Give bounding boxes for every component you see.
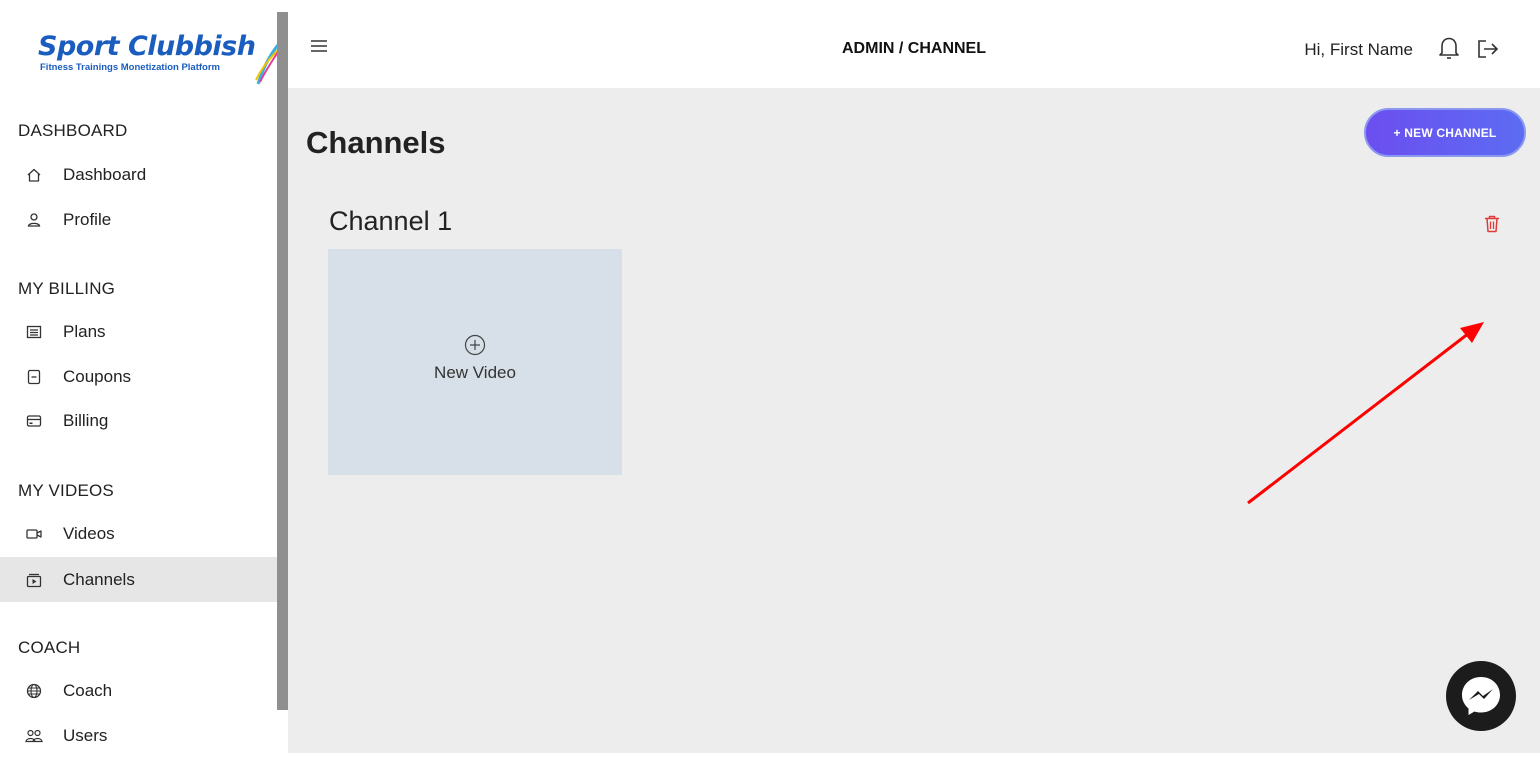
sidebar-item-label: Coupons bbox=[63, 367, 132, 386]
sidebar-item-coupons[interactable]: Coupons bbox=[0, 355, 277, 399]
sidebar: Sport Clubbish Fitness Trainings Monetiz… bbox=[0, 0, 284, 768]
home-icon bbox=[25, 166, 43, 184]
globe-icon bbox=[25, 682, 43, 700]
new-video-label: New Video bbox=[434, 362, 516, 382]
sidebar-item-label: Billing bbox=[63, 411, 109, 430]
logo[interactable]: Sport Clubbish Fitness Trainings Monetiz… bbox=[38, 30, 288, 92]
sidebar-item-dashboard[interactable]: Dashboard bbox=[0, 153, 277, 197]
sidebar-item-plans[interactable]: Plans bbox=[0, 310, 277, 354]
coupon-icon bbox=[25, 368, 43, 386]
logout-icon[interactable] bbox=[1476, 38, 1500, 65]
channel-icon bbox=[25, 571, 43, 589]
sidebar-item-users[interactable]: Users bbox=[0, 714, 277, 758]
logo-title: Sport Clubbish bbox=[38, 31, 256, 62]
section-title-my-videos: MY VIDEOS bbox=[18, 481, 114, 500]
user-icon bbox=[25, 211, 43, 229]
section-title-my-billing: MY BILLING bbox=[18, 279, 116, 298]
sidebar-item-videos[interactable]: Videos bbox=[0, 512, 277, 556]
credit-card-icon bbox=[25, 412, 43, 430]
sidebar-item-label: Channels bbox=[63, 569, 135, 589]
sidebar-item-label: Dashboard bbox=[63, 165, 147, 184]
bell-icon[interactable] bbox=[1438, 35, 1460, 66]
page-title: Channels bbox=[306, 125, 446, 160]
annotation-arrow bbox=[1247, 322, 1484, 505]
messenger-chat-icon[interactable] bbox=[1446, 661, 1516, 731]
sidebar-scrollbar[interactable] bbox=[277, 12, 288, 710]
sidebar-item-label: Plans bbox=[63, 322, 106, 341]
list-icon bbox=[25, 323, 43, 341]
plus-circle-icon bbox=[464, 334, 486, 361]
user-greeting[interactable]: Hi, First Name bbox=[1304, 40, 1413, 60]
main-content: Channels + NEW CHANNEL Channel 1 New Vid… bbox=[288, 88, 1540, 753]
section-title-coach: COACH bbox=[18, 638, 81, 657]
app: Sport Clubbish Fitness Trainings Monetiz… bbox=[0, 0, 1540, 768]
topbar: ADMIN / CHANNEL Hi, First Name bbox=[288, 0, 1540, 88]
video-camera-icon bbox=[25, 525, 43, 543]
users-icon bbox=[25, 727, 43, 745]
sidebar-item-channels[interactable]: Channels bbox=[0, 557, 277, 602]
new-video-card[interactable]: New Video bbox=[328, 249, 622, 475]
section-title-dashboard: DASHBOARD bbox=[18, 121, 128, 140]
trash-icon[interactable] bbox=[1483, 214, 1501, 239]
new-channel-button[interactable]: + NEW CHANNEL bbox=[1364, 108, 1526, 157]
sidebar-item-profile[interactable]: Profile bbox=[0, 198, 277, 242]
channel-title: Channel 1 bbox=[329, 206, 453, 236]
sidebar-item-billing[interactable]: Billing bbox=[0, 399, 277, 443]
sidebar-item-label: Coach bbox=[63, 681, 113, 700]
sidebar-item-label: Users bbox=[63, 726, 108, 745]
sidebar-item-coach[interactable]: Coach bbox=[0, 669, 277, 713]
sidebar-item-label: Profile bbox=[63, 210, 112, 229]
sidebar-item-label: Videos bbox=[63, 524, 115, 543]
